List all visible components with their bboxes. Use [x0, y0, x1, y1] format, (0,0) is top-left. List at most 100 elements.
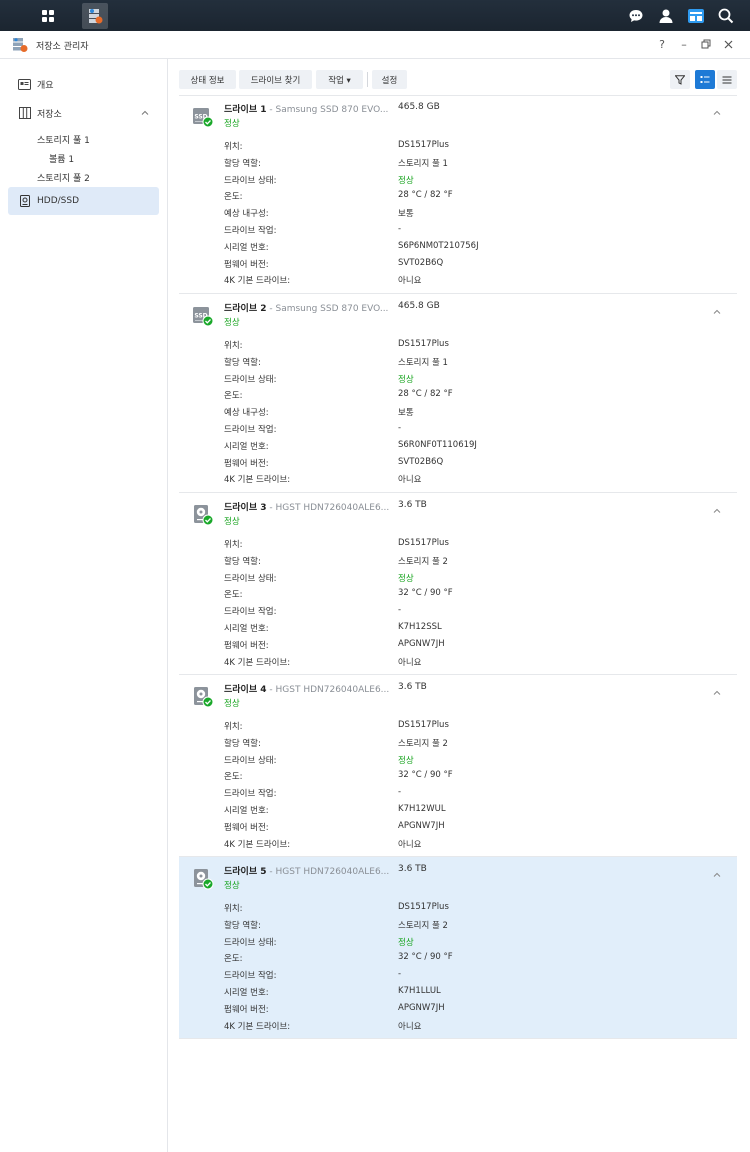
drive-status: 정상 [224, 318, 240, 328]
sidebar-item-label: 저장소 [37, 109, 62, 120]
property-label: 시리얼 번호: [224, 441, 269, 452]
property-label: 드라이브 작업: [224, 226, 277, 236]
user-icon[interactable] [656, 6, 676, 26]
drive-size: 3.6 TB [398, 500, 427, 510]
property-value: 아니요 [398, 475, 422, 486]
drive-title: 드라이브 1 - Samsung SSD 870 EVO... [224, 102, 388, 115]
property-label: 드라이브 상태: [224, 175, 277, 186]
action-dropdown-button[interactable]: 작업 ▾ [316, 70, 363, 89]
property-value: APGNW7JH [398, 1002, 445, 1013]
property-value: DS1517Plus [398, 140, 449, 150]
collapse-chevron-icon[interactable] [713, 870, 721, 880]
list-view-button[interactable] [717, 70, 737, 89]
find-drive-button[interactable]: 드라이브 찾기 [239, 70, 312, 89]
property-value: APGNW7JH [398, 820, 445, 831]
window-titlebar: 저장소 관리자 ? – [0, 31, 750, 59]
search-icon[interactable] [716, 6, 736, 26]
hdd-icon [192, 504, 214, 526]
drive-card[interactable]: 드라이브 5 - HGST HDN726040ALE6... 3.6 TB 정상 위치… [179, 857, 737, 1039]
sidebar-item-overview[interactable]: 개요 [8, 70, 159, 98]
property-label: 위치: [224, 142, 243, 152]
drive-card[interactable]: SSD 드라이브 1 - Samsung SSD 870 EVO... 465.8 … [179, 95, 737, 294]
property-label: 위치: [224, 722, 243, 732]
ssd-icon: SSD [192, 305, 214, 327]
drive-title: 드라이브 4 - HGST HDN726040ALE6... [224, 682, 389, 695]
sidebar-item-hddssd[interactable]: HDD/SSD [8, 187, 159, 215]
property-label: 펌웨어 버전: [224, 822, 269, 833]
drive-name: 드라이브 5 [224, 867, 267, 877]
drive-status: 정상 [224, 699, 240, 709]
property-label: 드라이브 작업: [224, 789, 277, 800]
storage-manager-taskbar-icon[interactable] [82, 3, 108, 29]
drive-name: 드라이브 2 [224, 304, 267, 314]
drive-status: 정상 [224, 517, 240, 527]
ssd-icon: SSD [192, 106, 214, 128]
property-label: 위치: [224, 904, 243, 914]
collapse-chevron-icon[interactable] [713, 688, 721, 698]
toolbar-divider [367, 72, 368, 87]
main-menu-icon[interactable] [35, 3, 61, 29]
widgets-icon[interactable] [686, 6, 706, 26]
property-value: 아니요 [398, 839, 422, 850]
property-label: 할당 역할: [224, 158, 261, 169]
collapse-chevron-icon[interactable] [713, 307, 721, 317]
minimize-button[interactable]: – [676, 36, 692, 52]
collapse-chevron-icon[interactable] [713, 108, 721, 118]
drive-status: 정상 [224, 119, 240, 129]
drive-model: - HGST HDN726040ALE6... [266, 867, 390, 877]
drive-card[interactable]: 드라이브 4 - HGST HDN726040ALE6... 3.6 TB 정상 위치… [179, 675, 737, 857]
help-button[interactable]: ? [654, 36, 670, 52]
property-value: 32 °C / 90 °F [398, 770, 453, 781]
chevron-up-icon[interactable] [141, 108, 149, 118]
detail-view-button[interactable] [695, 70, 715, 89]
settings-button[interactable]: 설정 [372, 70, 407, 89]
overview-icon [18, 78, 31, 91]
sidebar: 개요 저장소 스토리지 풀 1 볼륨 1 스토리지 풀 2 HDD/SSD [0, 59, 168, 1152]
property-label: 4K 기본 드라이브: [224, 839, 291, 850]
drive-title: 드라이브 3 - HGST HDN726040ALE6... [224, 500, 389, 513]
property-label: 시리얼 번호: [224, 624, 269, 634]
chat-icon[interactable] [626, 6, 646, 26]
property-value: SVT02B6Q [398, 257, 444, 268]
property-value: 정상 [398, 374, 414, 385]
property-label: 펌웨어 버전: [224, 640, 269, 651]
property-label: 펌웨어 버전: [224, 458, 269, 469]
drive-name: 드라이브 3 [224, 503, 267, 513]
property-value: 정상 [398, 755, 414, 766]
property-label: 할당 역할: [224, 738, 261, 749]
sidebar-item-label: 개요 [37, 80, 54, 91]
property-value: - [398, 969, 402, 980]
close-button[interactable] [720, 36, 736, 52]
sidebar-item-pool2[interactable]: 스토리지 풀 2 [37, 171, 90, 184]
restore-button[interactable] [698, 36, 714, 52]
drive-name: 드라이브 1 [224, 105, 267, 115]
sidebar-item-volume1[interactable]: 볼륨 1 [49, 152, 74, 165]
sidebar-item-storage[interactable]: 저장소 [8, 99, 159, 127]
property-value: DS1517Plus [398, 902, 449, 912]
property-value: 32 °C / 90 °F [398, 952, 453, 963]
status-info-button[interactable]: 상태 정보 [179, 70, 236, 89]
property-value: APGNW7JH [398, 638, 445, 649]
hdd-icon [18, 195, 31, 208]
drive-model: - HGST HDN726040ALE6... [266, 503, 390, 513]
filter-button[interactable] [670, 70, 690, 89]
property-value: K7H12WUL [398, 804, 446, 814]
property-value: DS1517Plus [398, 720, 449, 730]
property-label: 온도: [224, 391, 243, 402]
sidebar-item-pool1[interactable]: 스토리지 풀 1 [37, 133, 90, 146]
property-label: 4K 기본 드라이브: [224, 657, 291, 668]
property-label: 위치: [224, 540, 243, 550]
collapse-chevron-icon[interactable] [713, 506, 721, 516]
property-value: 스토리지 풀 1 [398, 357, 448, 368]
drive-title: 드라이브 5 - HGST HDN726040ALE6... [224, 864, 389, 877]
drive-card[interactable]: 드라이브 3 - HGST HDN726040ALE6... 3.6 TB 정상 위치… [179, 493, 737, 675]
restore-icon [701, 39, 711, 49]
property-value: - [398, 605, 402, 616]
property-label: 시리얼 번호: [224, 806, 269, 816]
property-value: 정상 [398, 573, 414, 584]
property-label: 할당 역할: [224, 357, 261, 368]
property-label: 할당 역할: [224, 556, 261, 567]
property-label: 펌웨어 버전: [224, 1004, 269, 1015]
drive-card[interactable]: SSD 드라이브 2 - Samsung SSD 870 EVO... 465.8 … [179, 294, 737, 493]
property-value: 보통 [398, 408, 414, 419]
